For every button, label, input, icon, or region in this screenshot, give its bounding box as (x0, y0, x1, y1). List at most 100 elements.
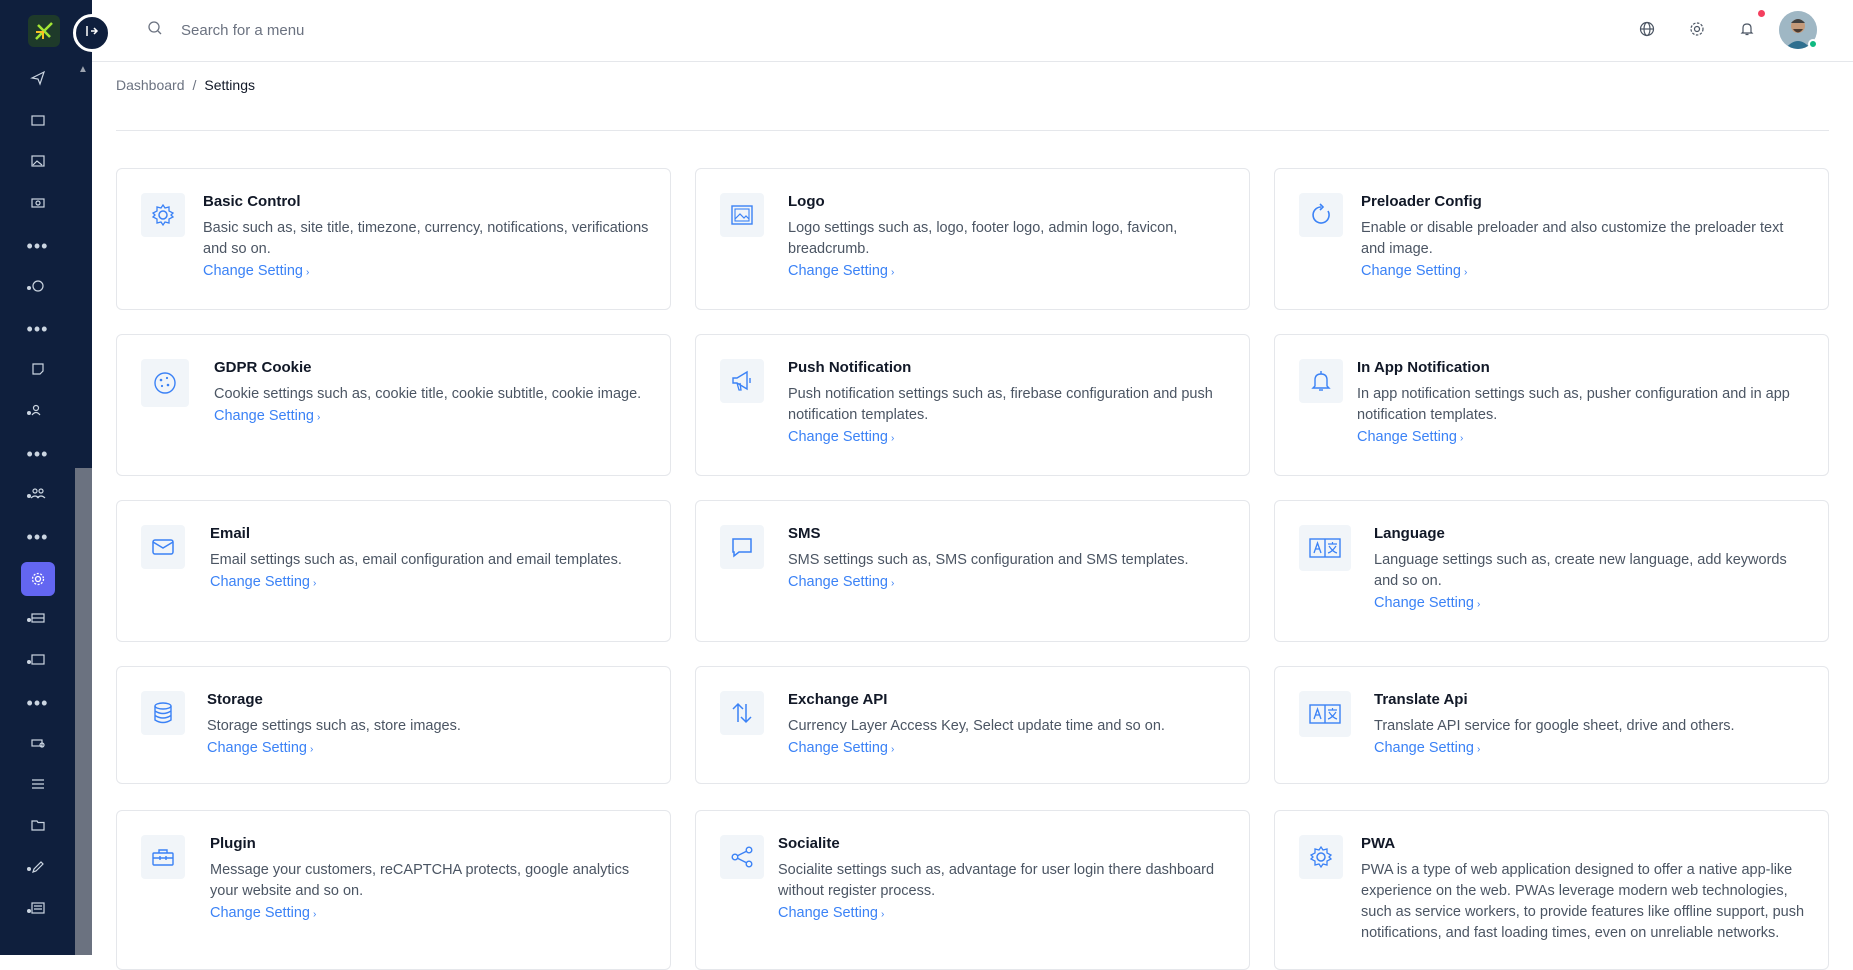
search-icon (147, 20, 163, 41)
bell-icon (1299, 359, 1343, 403)
change-setting-link[interactable]: Change Setting › (788, 263, 894, 279)
team-icon (30, 485, 46, 506)
notifications-button[interactable] (1736, 20, 1758, 42)
divider (116, 130, 1829, 131)
chevron-right-icon: › (890, 267, 895, 278)
card-title: In App Notification (1357, 359, 1490, 376)
money-icon (30, 195, 46, 216)
settings-card-storage: Storage Storage settings such as, store … (116, 666, 671, 784)
sidebar-item-support[interactable] (0, 268, 75, 310)
chevron-right-icon: › (1476, 744, 1481, 755)
settings-card-language: Language Language settings such as, crea… (1274, 500, 1829, 642)
change-setting-link[interactable]: Change Setting › (1357, 429, 1463, 445)
card-title: Basic Control (203, 193, 301, 210)
card-description: In app notification settings such as, pu… (1357, 386, 1790, 423)
megaphone-icon (720, 359, 764, 403)
card-description: Push notification settings such as, fire… (788, 386, 1213, 423)
change-setting-link[interactable]: Change Setting › (214, 408, 320, 424)
message-icon (720, 525, 764, 569)
settings-card-translate-api: Translate Api Translate API service for … (1274, 666, 1829, 784)
sidebar-item-settings[interactable] (0, 558, 75, 600)
settings-card-socialite: Socialite Socialite settings such as, ad… (695, 810, 1250, 970)
card-title: Socialite (778, 835, 840, 852)
list-icon (30, 776, 46, 797)
card-title: Email (210, 525, 251, 542)
cookie-icon (141, 359, 189, 407)
change-setting-link[interactable]: Change Setting › (210, 574, 316, 590)
search-bar (147, 20, 441, 41)
scroll-up-icon[interactable]: ▲ (78, 64, 88, 75)
sidebar-group-dots: ••• (26, 526, 49, 547)
toolbox-icon (141, 835, 185, 879)
gear-icon (141, 193, 185, 237)
settings-card-logo: Logo Logo settings such as, logo, footer… (695, 168, 1250, 310)
settings-button[interactable] (1686, 20, 1708, 42)
sidebar-item-image[interactable] (0, 143, 75, 185)
sidebar-item-send[interactable] (0, 60, 75, 102)
sidebar-item-list[interactable] (0, 766, 75, 808)
chevron-right-icon: › (309, 744, 314, 755)
breadcrumb-separator: / (192, 77, 197, 93)
card-title: Preloader Config (1361, 193, 1482, 210)
card-description: Logo settings such as, logo, footer logo… (788, 220, 1178, 257)
chevron-right-icon: › (316, 412, 321, 423)
scrollbar-thumb[interactable] (75, 468, 92, 955)
chevron-right-icon: › (1476, 599, 1481, 610)
sidebar-item-edit[interactable] (0, 849, 75, 891)
change-setting-link[interactable]: Change Setting › (1374, 740, 1480, 756)
chevron-right-icon: › (1459, 433, 1464, 444)
gear-icon (1299, 835, 1343, 879)
sidebar-item-cars[interactable] (0, 724, 75, 766)
sidebar-item-team[interactable] (0, 475, 75, 517)
card-description: SMS settings such as, SMS configuration … (788, 552, 1189, 568)
translate-icon (1299, 691, 1351, 737)
breadcrumb-current: Settings (204, 77, 255, 93)
folder-icon (30, 112, 46, 133)
card-title: SMS (788, 525, 821, 542)
change-setting-link[interactable]: Change Setting › (788, 574, 894, 590)
card-description: Email settings such as, email configurat… (210, 552, 622, 568)
gear-icon (20, 561, 55, 596)
app-logo[interactable] (28, 15, 60, 47)
notification-badge (1758, 10, 1765, 17)
collapse-icon (85, 24, 99, 43)
search-input[interactable] (181, 22, 441, 39)
sidebar-item-users[interactable] (0, 392, 75, 434)
card-title: Language (1374, 525, 1445, 542)
sidebar-item-notes[interactable] (0, 351, 75, 393)
sidebar-item-mail[interactable] (0, 600, 75, 642)
send-icon (29, 70, 46, 91)
chevron-right-icon: › (890, 433, 895, 444)
card-title: Exchange API (788, 691, 888, 708)
gear-icon (1689, 21, 1705, 42)
breadcrumb: Dashboard / Settings (116, 77, 255, 93)
change-setting-link[interactable]: Change Setting › (207, 740, 313, 756)
sidebar-collapse-button[interactable] (73, 14, 111, 52)
sidebar-item-money[interactable] (0, 185, 75, 227)
exchange-icon (720, 691, 764, 735)
top-bar (92, 0, 1853, 62)
breadcrumb-dashboard[interactable]: Dashboard (116, 77, 185, 93)
card-title: GDPR Cookie (214, 359, 312, 376)
chevron-right-icon: › (890, 578, 895, 589)
settings-card-plugin: Plugin Message your customers, reCAPTCHA… (116, 810, 671, 970)
sidebar-item-files[interactable] (0, 807, 75, 849)
change-setting-link[interactable]: Change Setting › (1361, 263, 1467, 279)
translate-icon (1299, 525, 1351, 571)
change-setting-link[interactable]: Change Setting › (1374, 595, 1480, 611)
sidebar-item-folder[interactable] (0, 102, 75, 144)
change-setting-link[interactable]: Change Setting › (203, 263, 309, 279)
database-icon (141, 691, 185, 735)
language-button[interactable] (1636, 20, 1658, 42)
change-setting-link[interactable]: Change Setting › (788, 740, 894, 756)
cars-icon (30, 734, 46, 755)
change-setting-link[interactable]: Change Setting › (788, 429, 894, 445)
wallet-icon (30, 651, 46, 672)
sidebar-item-wallet[interactable] (0, 641, 75, 683)
card-description: Translate API service for google sheet, … (1374, 718, 1735, 734)
sidebar-scrollbar[interactable]: ▲ (75, 60, 92, 955)
sidebar-item-news[interactable] (0, 890, 75, 932)
card-description: Cookie settings such as, cookie title, c… (214, 386, 642, 402)
change-setting-link[interactable]: Change Setting › (210, 905, 316, 921)
change-setting-link[interactable]: Change Setting › (778, 905, 884, 921)
